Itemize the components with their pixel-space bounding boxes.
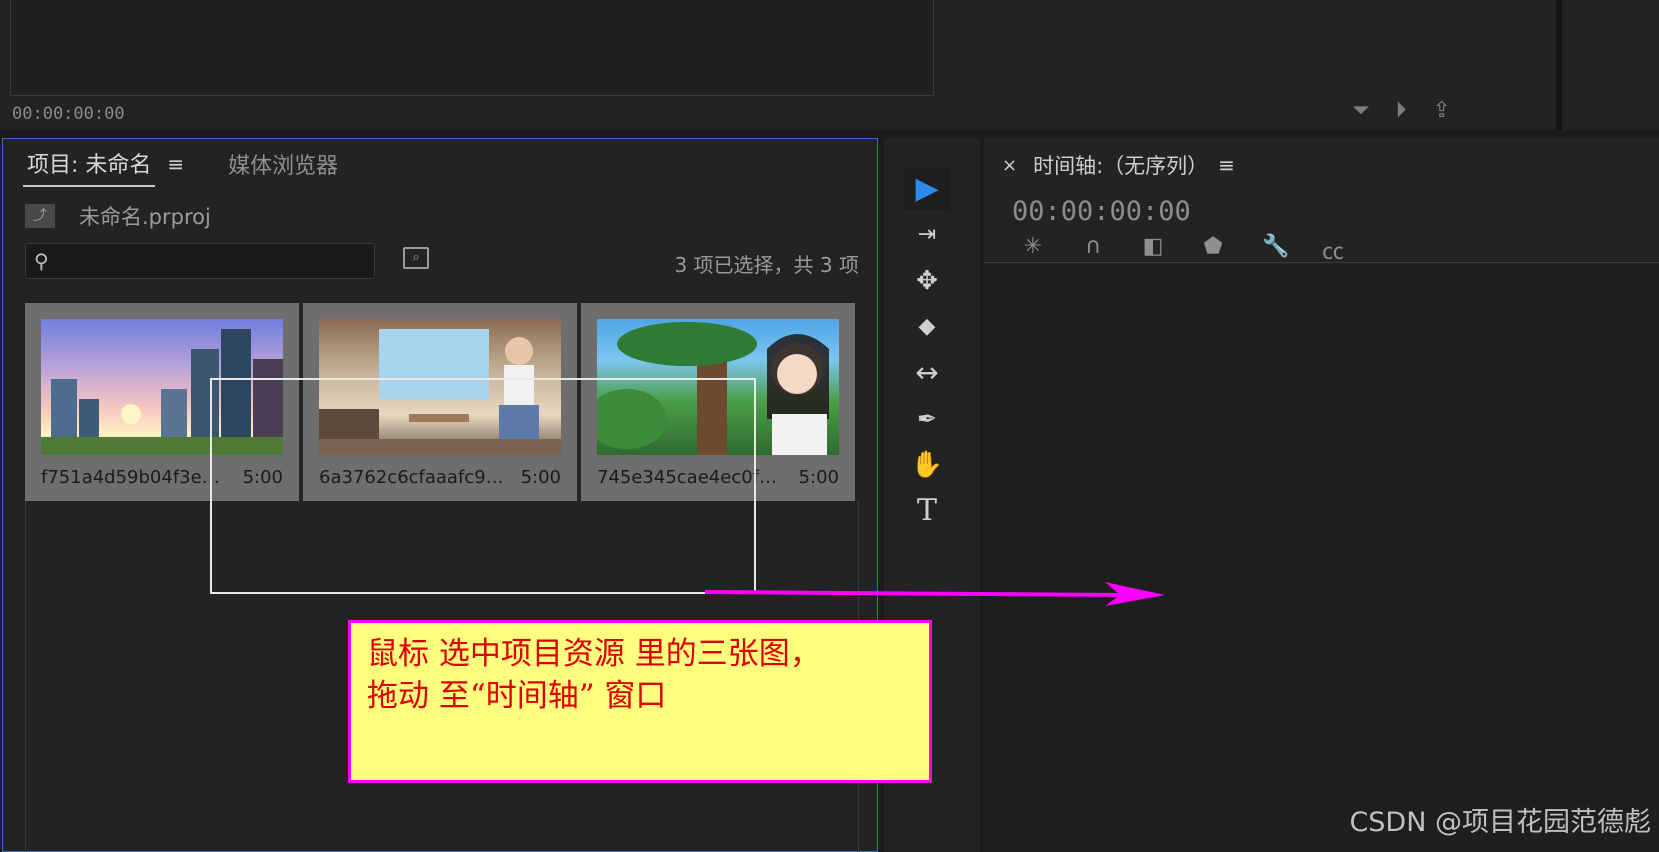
selection-tool-icon[interactable]: ▶ — [904, 168, 950, 210]
clip-grid: f751a4d59b04f3e3c6... 5:00 6a3762c6cfaaa… — [25, 303, 855, 501]
clip-item[interactable]: f751a4d59b04f3e3c6... 5:00 — [25, 303, 299, 501]
clip-duration: 5:00 — [242, 467, 283, 488]
panel-menu-icon[interactable]: ≡ — [167, 152, 184, 176]
timeline-title[interactable]: 时间轴:（无序列） — [1033, 150, 1208, 180]
monitor-timecode[interactable]: 00:00:00:00 — [12, 104, 125, 124]
side-panel — [1562, 0, 1659, 130]
clip-name: f751a4d59b04f3e3c6... — [41, 467, 231, 488]
clip-thumbnail — [41, 319, 283, 455]
annotation-line-1: 鼠标 选中项目资源 里的三张图， — [367, 636, 821, 672]
track-select-tool-icon[interactable]: ⇥ — [904, 214, 950, 256]
timeline-header: × 时间轴:（无序列） ≡ — [1002, 150, 1235, 180]
clip-item[interactable]: 745e345cae4ec0f28... 5:00 — [581, 303, 855, 501]
project-file-row: ⤴ 未命名.prproj — [25, 201, 211, 231]
search-box: ⚲ — [25, 243, 375, 279]
girl-in-forest-image — [597, 322, 829, 455]
annotation-line-2: 拖动 至“时间轴” 窗口 — [367, 678, 667, 714]
slip-tool-icon[interactable]: ↔ — [904, 352, 950, 394]
clip-name: 745e345cae4ec0f28... — [597, 467, 787, 488]
search-input[interactable] — [62, 248, 362, 274]
girl-in-room-image — [319, 329, 561, 455]
clip-thumbnail — [319, 319, 561, 455]
timeline-panel: × 时间轴:（无序列） ≡ 00:00:00:00 ✳ ∩ ◧ ⬟ 🔧 ㏄ — [984, 138, 1659, 852]
hand-tool-icon[interactable]: ✋ — [904, 444, 950, 486]
selection-status: 3 项已选择，共 3 项 — [674, 253, 859, 277]
program-monitor: 00:00:00:00 ⏷ ⏵ ⇪ — [0, 0, 1556, 130]
monitor-toolbar: ⏷ ⏵ ⇪ — [1352, 98, 1451, 123]
pen-tool-icon[interactable]: ✒ — [904, 398, 950, 440]
clip-duration: 5:00 — [520, 467, 561, 488]
folder-up-icon[interactable]: ⤴ — [25, 204, 55, 228]
filter-icon[interactable]: ⏷ — [1352, 98, 1370, 123]
monitor-video-frame — [10, 0, 934, 96]
annotation-callout: 鼠标 选中项目资源 里的三张图， 拖动 至“时间轴” 窗口 — [348, 620, 932, 783]
ripple-edit-tool-icon[interactable]: ✥ — [904, 260, 950, 302]
insert-icon[interactable]: ⏵ — [1396, 98, 1407, 123]
project-file-name: 未命名.prproj — [79, 205, 211, 229]
clip-duration: 5:00 — [798, 467, 839, 488]
city-skyline-image — [41, 329, 283, 455]
tab-media-browser[interactable]: 媒体浏览器 — [224, 148, 342, 186]
clip-item[interactable]: 6a3762c6cfaaafc946... 5:00 — [303, 303, 577, 501]
close-icon[interactable]: × — [1002, 155, 1017, 176]
type-tool-icon[interactable]: T — [904, 490, 950, 532]
watermark: CSDN @项目花园范德彪 — [1349, 807, 1651, 838]
clip-thumbnail — [597, 319, 839, 455]
clip-name: 6a3762c6cfaaafc946... — [319, 467, 509, 488]
export-icon[interactable]: ⇪ — [1433, 98, 1451, 123]
search-icon: ⚲ — [34, 249, 49, 273]
panel-menu-icon[interactable]: ≡ — [1218, 153, 1235, 177]
tab-project[interactable]: 项目: 未命名 — [23, 147, 156, 187]
timeline-drop-area[interactable] — [984, 264, 1659, 852]
timeline-timecode[interactable]: 00:00:00:00 — [1012, 196, 1191, 227]
timeline-divider — [984, 262, 1659, 263]
premiere-workspace: 00:00:00:00 ⏷ ⏵ ⇪ 项目: 未命名 ≡ 媒体浏览器 ⤴ 未命名.… — [0, 0, 1659, 852]
razor-tool-icon[interactable]: ◆ — [904, 306, 950, 348]
project-tab-bar: 项目: 未命名 ≡ 媒体浏览器 — [23, 147, 342, 187]
find-in-bin-icon[interactable]: ⌕ — [403, 247, 429, 269]
